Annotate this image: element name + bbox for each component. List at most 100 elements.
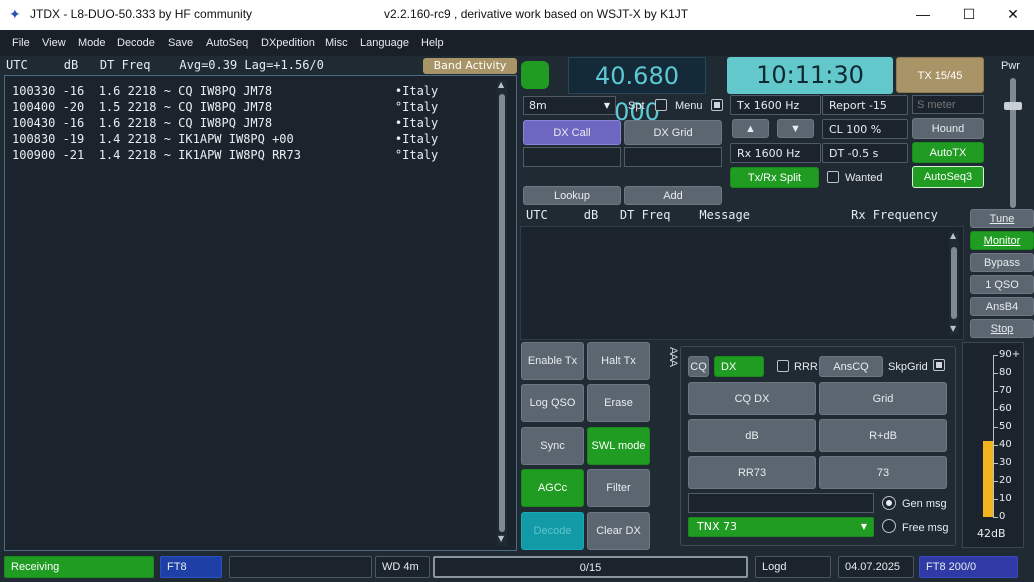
scroll-up-icon[interactable]: ▲	[498, 80, 504, 89]
dt-spinbox[interactable]: DT -0.5 s	[822, 143, 908, 163]
band-select-value: 8m	[529, 99, 547, 112]
report-spinbox[interactable]: Report -15	[822, 95, 908, 115]
meter-tick	[993, 463, 998, 464]
autotx-button[interactable]: AutoTX	[912, 142, 984, 163]
one-qso-button[interactable]: 1 QSO	[970, 275, 1034, 294]
tx-freq-spinbox[interactable]: Tx 1600 Hz	[730, 95, 821, 115]
enable-tx-button[interactable]: Enable Tx	[521, 342, 584, 380]
rrr-checkbox[interactable]	[777, 360, 789, 372]
band-select[interactable]: 8m ▼	[523, 96, 616, 115]
minimize-button[interactable]: —	[900, 0, 946, 30]
gen-msg-input[interactable]	[688, 493, 874, 513]
ansb4-button[interactable]: AnsB4	[970, 297, 1034, 316]
sync-button[interactable]: Sync	[521, 427, 584, 465]
down-arrow-button[interactable]: ▼	[777, 119, 814, 138]
scroll-down-icon[interactable]: ▼	[950, 324, 956, 333]
rx-scrollbar[interactable]: ▲ ▼	[949, 231, 959, 335]
menu-decode[interactable]: Decode	[117, 37, 155, 49]
spt-checkbox[interactable]	[655, 99, 667, 111]
log-qso-button[interactable]: Log QSO	[521, 384, 584, 422]
rr73-button[interactable]: RR73	[688, 456, 816, 489]
clear-dx-button[interactable]: Clear DX	[587, 512, 650, 550]
tab-arrows[interactable]: AAA	[657, 347, 679, 366]
filter-button[interactable]: Filter	[587, 469, 650, 507]
rrr-label: RRR	[794, 361, 818, 373]
rx-frequency-list[interactable]: ▲ ▼	[520, 226, 964, 340]
smeter-input[interactable]	[912, 95, 984, 114]
free-msg-value: TNX 73	[697, 520, 737, 533]
swl-mode-button[interactable]: SWL mode	[587, 427, 650, 465]
halt-tx-button[interactable]: Halt Tx	[587, 342, 650, 380]
cq-button[interactable]: CQ	[688, 356, 709, 377]
menu-misc[interactable]: Misc	[325, 37, 348, 49]
decode-line[interactable]: 100430 -16 1.6 2218 ~ CQ IW8PQ JM78 •Ita…	[12, 116, 438, 130]
scroll-thumb[interactable]	[499, 94, 505, 532]
bypass-button[interactable]: Bypass	[970, 253, 1034, 272]
pwr-slider-handle[interactable]	[1004, 102, 1022, 110]
menu-view[interactable]: View	[42, 37, 66, 49]
dx-call-button[interactable]: DX Call	[523, 120, 621, 145]
dx-button[interactable]: DX	[714, 356, 764, 377]
dx-grid-button[interactable]: DX Grid	[624, 120, 722, 145]
frequency-display: 40.680 000	[568, 57, 706, 126]
scroll-thumb[interactable]	[951, 247, 957, 319]
autoseq-button[interactable]: AutoSeq3	[912, 166, 984, 188]
menu-save[interactable]: Save	[168, 37, 193, 49]
decode-line[interactable]: 100830 -19 1.4 2218 ~ IK1APW IW8PQ +00 •…	[12, 132, 438, 146]
menu-file[interactable]: File	[12, 37, 30, 49]
decode-line[interactable]: 100400 -20 1.5 2218 ~ CQ IW8PQ JM78 °Ita…	[12, 100, 438, 114]
pwr-slider-track[interactable]	[1010, 78, 1016, 208]
decode-line[interactable]: 100900 -21 1.4 2218 ~ IK1APW IW8PQ RR73 …	[12, 148, 438, 162]
tune-button[interactable]: Tune	[970, 209, 1034, 228]
hound-button[interactable]: Hound	[912, 118, 984, 139]
scroll-up-icon[interactable]: ▲	[950, 231, 956, 240]
stop-button[interactable]: Stop	[970, 319, 1034, 338]
tx-period-button[interactable]: TX 15/45	[896, 57, 984, 93]
jtdx-logo-icon: ✦	[9, 6, 21, 22]
up-arrow-button[interactable]: ▲	[732, 119, 769, 138]
cq-dx-button[interactable]: CQ DX	[688, 382, 816, 415]
wanted-checkbox[interactable]	[827, 171, 839, 183]
db-button[interactable]: dB	[688, 419, 816, 452]
menu-help[interactable]: Help	[421, 37, 444, 49]
decode-button[interactable]: Decode	[521, 512, 584, 550]
seventy-three-button[interactable]: 73	[819, 456, 947, 489]
r-db-button[interactable]: R+dB	[819, 419, 947, 452]
skpgrid-checkbox[interactable]	[933, 359, 945, 371]
band-activity-button[interactable]: Band Activity	[423, 58, 517, 74]
menu-dxpedition[interactable]: DXpedition	[261, 37, 315, 49]
meter-tick-label: 10	[999, 493, 1012, 504]
scroll-down-icon[interactable]: ▼	[498, 534, 504, 543]
close-button[interactable]: ✕	[990, 0, 1034, 30]
maximize-button[interactable]: ☐	[946, 0, 992, 30]
free-msg-radio[interactable]	[882, 519, 896, 533]
free-msg-select[interactable]: TNX 73 ▼	[688, 517, 874, 537]
band-activity-scrollbar[interactable]: ▲ ▼	[497, 80, 507, 546]
monitor-button[interactable]: Monitor	[970, 231, 1034, 250]
menu-checkbox[interactable]	[711, 99, 723, 111]
dx-grid-input[interactable]	[624, 147, 722, 167]
cl-spinbox[interactable]: CL 100 %	[822, 119, 908, 139]
meter-tick	[993, 499, 998, 500]
meter-tick-label: 20	[999, 475, 1012, 486]
band-activity-list[interactable]: 100330 -16 1.6 2218 ~ CQ IW8PQ JM78 •Ita…	[4, 75, 517, 551]
title-bar: ✦ JTDX - L8-DUO-50.333 by HF community v…	[0, 0, 1034, 30]
agcc-button[interactable]: AGCc	[521, 469, 584, 507]
meter-tick	[993, 427, 998, 428]
rx-freq-spinbox[interactable]: Rx 1600 Hz	[730, 143, 821, 163]
gen-msg-radio[interactable]	[882, 496, 896, 510]
decode-line[interactable]: 100330 -16 1.6 2218 ~ CQ IW8PQ JM78 •Ita…	[12, 84, 438, 98]
dx-call-input[interactable]	[523, 147, 621, 167]
menu-bar: File View Mode Decode Save AutoSeq DXped…	[0, 30, 1034, 56]
status-progress: 0/15	[433, 556, 748, 578]
anscq-button[interactable]: AnsCQ	[819, 356, 883, 377]
menu-mode[interactable]: Mode	[78, 37, 106, 49]
grid-button[interactable]: Grid	[819, 382, 947, 415]
menu-language[interactable]: Language	[360, 37, 409, 49]
window-title: JTDX - L8-DUO-50.333 by HF community	[30, 7, 253, 21]
lookup-button[interactable]: Lookup	[523, 186, 621, 205]
add-button[interactable]: Add	[624, 186, 722, 205]
menu-autoseq[interactable]: AutoSeq	[206, 37, 248, 49]
erase-button[interactable]: Erase	[587, 384, 650, 422]
tx-rx-split-button[interactable]: Tx/Rx Split	[730, 167, 819, 188]
